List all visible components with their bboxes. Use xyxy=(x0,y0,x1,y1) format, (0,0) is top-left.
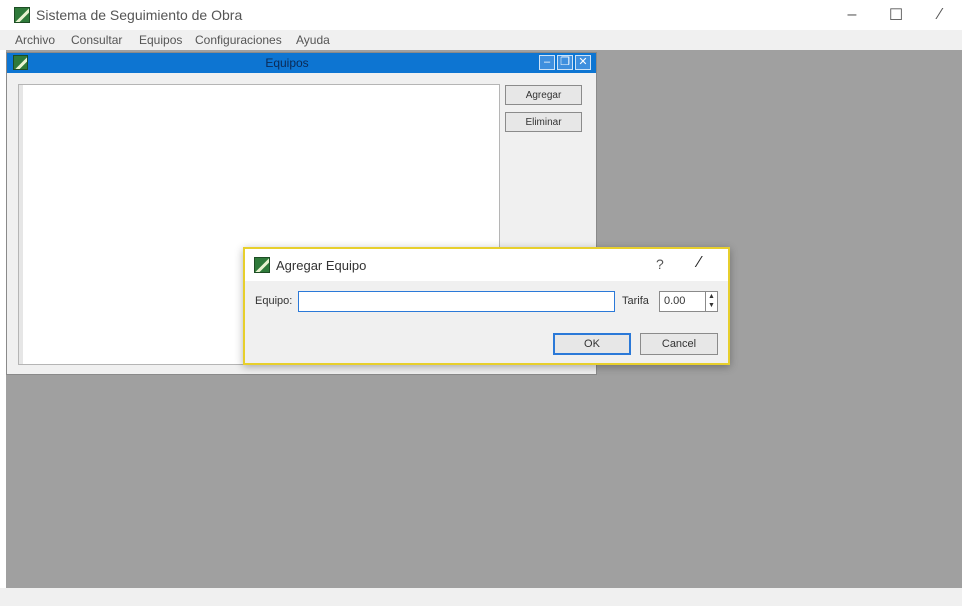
minimize-icon[interactable]: – xyxy=(539,55,555,70)
close-icon[interactable]: ⁄ xyxy=(918,2,962,28)
menu-archivo[interactable]: Archivo xyxy=(15,33,55,47)
eliminar-button[interactable]: Eliminar xyxy=(505,112,582,132)
dialog-titlebar[interactable]: Agregar Equipo ? ⁄ xyxy=(245,249,728,281)
app-logo-icon xyxy=(14,7,30,23)
tarifa-value: 0.00 xyxy=(664,295,686,307)
dialog-title: Agregar Equipo xyxy=(276,258,367,273)
menu-configuraciones[interactable]: Configuraciones xyxy=(195,33,282,47)
app-logo-icon xyxy=(254,257,270,273)
menu-consultar[interactable]: Consultar xyxy=(71,33,122,47)
spin-arrows-icon[interactable]: ▲ ▼ xyxy=(705,292,717,311)
agregar-equipo-dialog: Agregar Equipo ? ⁄ Equipo: Tarifa 0.00 ▲… xyxy=(243,247,730,365)
minimize-icon[interactable]: – xyxy=(830,2,874,28)
equipos-titlebar[interactable]: Equipos – ❐ ✕ xyxy=(7,53,596,73)
tarifa-label: Tarifa xyxy=(622,295,649,307)
maximize-icon[interactable]: ❐ xyxy=(557,55,573,70)
equipo-label: Equipo: xyxy=(255,295,293,307)
ok-button[interactable]: OK xyxy=(553,333,631,355)
equipos-title: Equipos xyxy=(265,56,309,70)
status-bar xyxy=(0,588,962,606)
list-scrollbar[interactable] xyxy=(19,85,23,364)
menu-bar: Archivo Consultar Equipos Configuracione… xyxy=(0,30,962,50)
window-title: Sistema de Seguimiento de Obra xyxy=(36,7,243,23)
menu-equipos[interactable]: Equipos xyxy=(139,33,182,47)
agregar-button[interactable]: Agregar xyxy=(505,85,582,105)
close-icon[interactable]: ⁄ xyxy=(698,254,701,272)
equipo-input[interactable] xyxy=(298,291,615,312)
main-titlebar: Sistema de Seguimiento de Obra – ☐ ⁄ xyxy=(0,0,962,30)
close-icon[interactable]: ✕ xyxy=(575,55,591,70)
maximize-icon[interactable]: ☐ xyxy=(874,2,918,28)
help-icon[interactable]: ? xyxy=(656,256,664,272)
cancel-button[interactable]: Cancel xyxy=(640,333,718,355)
tarifa-spinbox[interactable]: 0.00 ▲ ▼ xyxy=(659,291,718,312)
menu-ayuda[interactable]: Ayuda xyxy=(296,33,330,47)
